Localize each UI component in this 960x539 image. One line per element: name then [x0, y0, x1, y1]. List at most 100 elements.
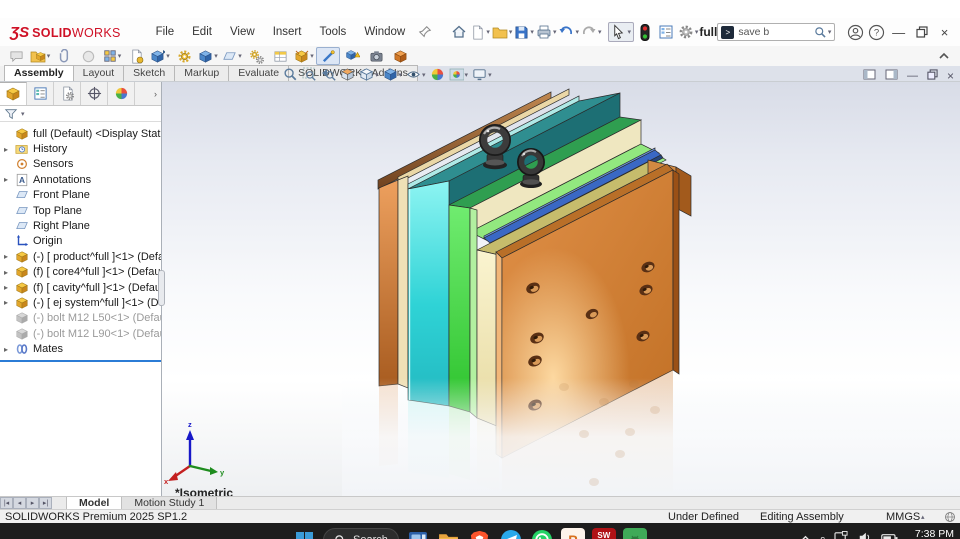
panel-tabs-overflow-icon[interactable]: ›	[135, 82, 161, 105]
tray-clock[interactable]: 7:38 PM 6/19/2025	[907, 528, 954, 539]
expand-arrow-icon[interactable]: ▸	[4, 345, 15, 354]
tab-dimxpertmanager-icon[interactable]	[81, 82, 108, 105]
units-selector[interactable]: MMGS	[886, 511, 920, 523]
volume-icon[interactable]	[858, 531, 872, 539]
redo-icon[interactable]: ▾	[581, 22, 601, 42]
filter-funnel-icon[interactable]	[4, 107, 18, 121]
tab-evaluate[interactable]: Evaluate	[228, 65, 290, 81]
save-icon[interactable]: ▾	[514, 22, 534, 42]
tab-markup[interactable]: Markup	[174, 65, 230, 81]
account-icon[interactable]	[845, 22, 864, 42]
tree-item-core4[interactable]: ▸ (f) [ core4^full ]<1> (Default) <Di	[0, 265, 161, 280]
comment-icon[interactable]	[4, 47, 28, 65]
magnetic-mate-icon[interactable]	[76, 47, 100, 65]
search-icon[interactable]	[814, 26, 827, 39]
smart-fasteners-icon[interactable]	[124, 47, 148, 65]
tree-item-root[interactable]: full (Default) <Display State-1>	[0, 126, 161, 141]
tab-propertymanager-icon[interactable]	[27, 82, 54, 105]
display-style-icon[interactable]: ▾	[383, 67, 402, 82]
reference-geometry-icon[interactable]: ▾	[220, 47, 244, 65]
collapse-toolbar-icon[interactable]	[938, 49, 950, 67]
assembly-features-icon[interactable]: ▾	[196, 47, 220, 65]
doc-close-icon[interactable]: ×	[947, 69, 954, 83]
whatsapp-icon[interactable]	[530, 528, 554, 539]
tab-configurationmanager-icon[interactable]	[54, 82, 81, 105]
tab-scroll-right-icon[interactable]: ▸	[26, 497, 39, 509]
expand-arrow-icon[interactable]: ▸	[4, 175, 15, 184]
tab-assembly[interactable]: Assembly	[4, 65, 74, 81]
units-caret-icon[interactable]: ▴	[921, 513, 925, 521]
close-button[interactable]: ×	[933, 21, 956, 43]
new-document-icon[interactable]: ▾	[470, 22, 490, 42]
panel-splitter-handle[interactable]	[158, 270, 165, 306]
select-tool-button[interactable]: ▾	[608, 22, 634, 42]
menu-window[interactable]: Window	[355, 22, 414, 42]
file-explorer-icon[interactable]	[437, 528, 461, 539]
tab-scroll-first-icon[interactable]: |◂	[0, 497, 13, 509]
tab-displaymanager-icon[interactable]	[108, 82, 135, 105]
task-view-icon[interactable]	[406, 528, 430, 539]
hide-show-items-icon[interactable]: ▾	[406, 67, 426, 82]
taskbar-search[interactable]: Search	[323, 528, 399, 539]
tray-chevron-icon[interactable]	[800, 531, 811, 539]
home-icon[interactable]	[449, 22, 468, 42]
tree-item-origin[interactable]: Origin	[0, 234, 161, 249]
mate-icon[interactable]	[52, 47, 76, 65]
tab-scroll-last-icon[interactable]: ▸|	[39, 497, 52, 509]
minimize-button[interactable]: —	[887, 21, 910, 43]
view-settings-icon[interactable]: ▾	[472, 67, 492, 82]
previous-view-icon[interactable]	[321, 67, 336, 82]
battery-icon[interactable]	[881, 531, 898, 539]
zoom-to-area-icon[interactable]	[302, 67, 317, 82]
tab-featuremanager-icon[interactable]	[0, 82, 27, 105]
options-list-icon[interactable]	[656, 22, 675, 42]
help-icon[interactable]: ?	[867, 22, 886, 42]
tree-item-history[interactable]: ▸ History	[0, 141, 161, 156]
section-view-icon[interactable]	[340, 67, 355, 82]
instant3d-icon[interactable]	[316, 47, 340, 65]
menu-tools[interactable]: Tools	[310, 22, 355, 42]
tab-layout[interactable]: Layout	[72, 65, 125, 81]
menu-file[interactable]: File	[147, 22, 184, 42]
tree-item-sensors[interactable]: Sensors	[0, 157, 161, 172]
insert-components-icon[interactable]: ▾	[28, 47, 52, 65]
telegram-icon[interactable]	[499, 528, 523, 539]
apply-scene-icon[interactable]: ▾	[449, 67, 468, 82]
new-motion-study-icon[interactable]	[244, 47, 268, 65]
bill-of-materials-icon[interactable]	[268, 47, 292, 65]
tab-motion-study-1[interactable]: Motion Study 1	[122, 497, 218, 509]
brave-browser-icon[interactable]	[468, 528, 492, 539]
show-hidden-components-icon[interactable]	[172, 47, 196, 65]
view-orientation-icon[interactable]: ▾	[359, 67, 379, 82]
tree-item-top-plane[interactable]: Top Plane	[0, 203, 161, 218]
exploded-view-icon[interactable]: ▾	[292, 47, 316, 65]
tree-item-cavity[interactable]: ▸ (f) [ cavity^full ]<1> (Default) <Di	[0, 280, 161, 295]
tab-model[interactable]: Model	[66, 497, 123, 509]
edit-appearance-icon[interactable]	[430, 67, 445, 82]
menu-edit[interactable]: Edit	[183, 22, 221, 42]
expand-arrow-icon[interactable]: ▸	[4, 145, 15, 154]
solidworks-app-icon[interactable]: SW2025	[591, 528, 616, 539]
filter-caret-icon[interactable]: ▾	[21, 110, 25, 118]
doc-minimize-icon[interactable]: —	[907, 70, 918, 82]
linear-component-pattern-icon[interactable]: ▾	[100, 47, 124, 65]
tree-item-bolt-m12-l90[interactable]: (-) bolt M12 L90<1> (Default)	[0, 326, 161, 341]
take-snapshot-icon[interactable]	[364, 47, 388, 65]
menu-insert[interactable]: Insert	[264, 22, 311, 42]
menu-view[interactable]: View	[221, 22, 264, 42]
start-button[interactable]	[292, 528, 316, 539]
tab-sketch[interactable]: Sketch	[123, 65, 176, 81]
settings-gear-icon[interactable]: ▾	[678, 22, 698, 42]
powertoys-icon[interactable]: P	[560, 528, 585, 539]
restore-button[interactable]	[910, 21, 933, 43]
tray-app-icon[interactable]: ɛ	[820, 534, 825, 539]
print-icon[interactable]: ▾	[536, 22, 556, 42]
undo-icon[interactable]: ▾	[558, 22, 579, 42]
tree-item-annotations[interactable]: ▸ A Annotations	[0, 172, 161, 187]
graphics-viewport[interactable]: z x y *Isometric	[162, 82, 960, 496]
zoom-to-fit-icon[interactable]	[283, 67, 298, 82]
tree-item-right-plane[interactable]: Right Plane	[0, 218, 161, 233]
expand-arrow-icon[interactable]: ▸	[4, 252, 15, 261]
search-caret-icon[interactable]: ▾	[828, 28, 832, 36]
rebuild-icon[interactable]	[635, 22, 654, 42]
